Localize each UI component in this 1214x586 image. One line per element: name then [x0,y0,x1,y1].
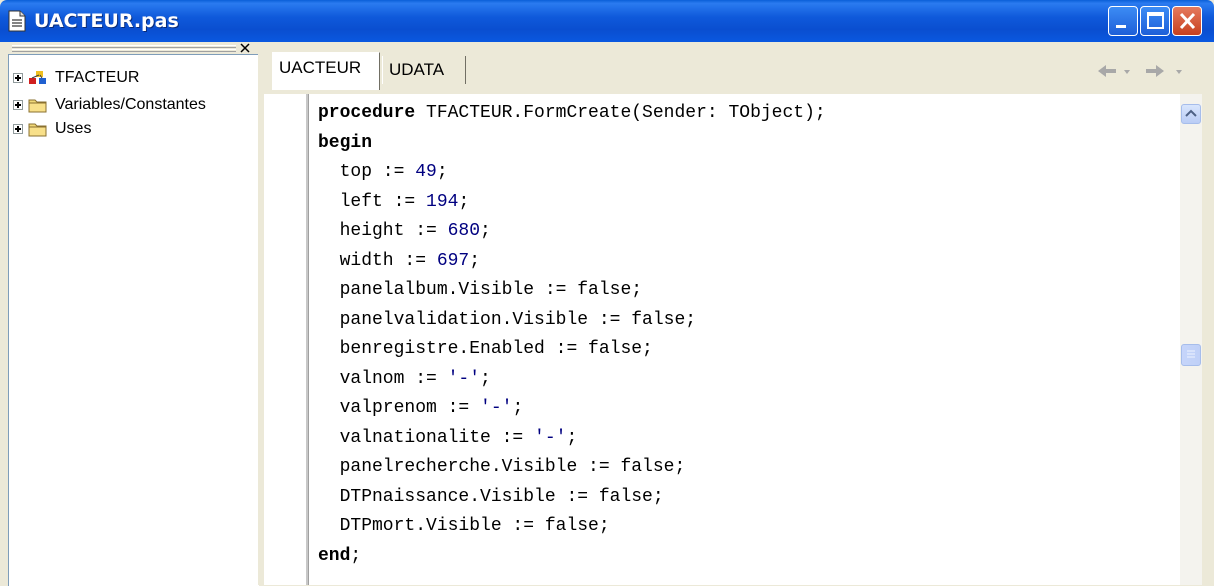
code-string: '-' [480,398,513,418]
code-editor[interactable]: procedure TFACTEUR.FormCreate(Sender: TO… [264,94,1214,585]
tab-udata[interactable]: UDATA [382,56,466,84]
code-token: ; [480,221,491,241]
code-keyword: end [318,545,351,566]
gutter-separator [308,94,309,585]
expand-icon[interactable] [13,73,23,83]
folder-icon [28,99,47,113]
window-title: UACTEUR.pas [34,10,179,32]
tree-panel-header[interactable] [8,42,258,54]
maximize-button[interactable] [1140,6,1170,36]
back-arrow-icon[interactable] [1098,65,1116,77]
code-line[interactable]: panelrecherche.Visible := false; [318,453,1168,483]
grip-line [12,49,236,52]
code-number: 697 [436,250,470,271]
code-token: ; [512,398,524,418]
class-icon [29,71,46,84]
panel-close-icon[interactable] [238,42,252,54]
maximize-icon [1147,12,1164,29]
chevron-up-icon [1185,109,1197,117]
code-token: panelalbum.Visible := false; [318,280,643,300]
minimize-icon [1116,25,1126,28]
tree-item-uses[interactable]: Uses [13,118,91,140]
navigation-arrows [1098,65,1182,77]
expand-icon[interactable] [13,124,23,134]
code-token: left := [318,191,427,212]
code-token: DTPmort.Visible := false; [318,516,610,536]
code-keyword: begin [318,132,373,153]
code-number: 49 [415,162,437,182]
code-line[interactable]: top := 49; [318,158,1168,188]
back-dropdown-icon[interactable] [1124,70,1130,74]
grip-icon [1187,350,1195,358]
code-text[interactable]: procedure TFACTEUR.FormCreate(Sender: TO… [318,99,1168,571]
code-line[interactable]: DTPmort.Visible := false; [318,512,1168,542]
code-token: top := [318,162,416,182]
scroll-thumb[interactable] [1181,344,1201,366]
code-token: ; [458,191,470,212]
code-string: '-' [447,368,481,389]
code-token: ; [350,545,362,566]
tab-uacteur[interactable]: UACTEUR [272,52,380,90]
tree-item-label: Variables/Constantes [55,96,206,113]
code-line[interactable]: end; [318,542,1168,572]
code-line[interactable]: valnationalite := '-'; [318,424,1168,454]
code-explorer-tree[interactable]: TFACTEUR Variables/Constantes Uses [8,54,259,586]
code-token: benregistre.Enabled := false; [318,339,653,359]
code-line[interactable]: height := 680; [318,217,1168,247]
code-keyword: procedure [318,103,416,123]
code-token: valprenom := [318,398,481,418]
close-icon [1179,12,1196,30]
code-line[interactable]: procedure TFACTEUR.FormCreate(Sender: TO… [318,99,1168,129]
code-token: width := [318,250,437,271]
tree-item-label: TFACTEUR [55,69,140,86]
tree-item-class[interactable]: TFACTEUR [13,67,139,89]
code-token: valnom := [318,368,448,389]
code-line[interactable]: valprenom := '-'; [318,394,1168,424]
code-token: ; [436,162,448,182]
folder-icon [28,123,47,137]
code-token: panelvalidation.Visible := false; [318,309,697,330]
expand-icon[interactable] [13,100,23,110]
code-line[interactable]: valnom := '-'; [318,365,1168,395]
code-token: TFACTEUR.FormCreate(Sender: TObject); [415,103,826,123]
grip-line [12,45,236,48]
code-line[interactable]: benregistre.Enabled := false; [318,335,1168,365]
code-line[interactable]: left := 194; [318,188,1168,218]
editor-tabstrip: UACTEUR UDATA [264,42,1214,94]
code-line[interactable]: DTPnaissance.Visible := false; [318,483,1168,513]
code-line[interactable]: panelalbum.Visible := false; [318,276,1168,306]
code-token: ; [480,368,491,389]
forward-dropdown-icon[interactable] [1176,70,1182,74]
window-frame-edge [1202,42,1214,585]
scroll-up-button[interactable] [1181,104,1201,124]
document-icon [8,10,26,32]
code-number: 680 [447,221,481,241]
code-token: DTPnaissance.Visible := false; [318,486,664,507]
code-token: panelrecherche.Visible := false; [318,457,686,477]
editor-gutter[interactable] [264,94,308,585]
minimize-button[interactable] [1108,6,1138,36]
vertical-scrollbar[interactable] [1180,94,1202,585]
code-line[interactable]: panelvalidation.Visible := false; [318,306,1168,336]
forward-arrow-icon[interactable] [1146,65,1164,77]
code-token: height := [318,221,448,241]
code-line[interactable]: width := 697; [318,247,1168,277]
close-button[interactable] [1172,6,1202,36]
tree-item-label: Uses [55,120,92,137]
title-bar[interactable]: UACTEUR.pas [0,0,1214,42]
code-line[interactable]: begin [318,129,1168,159]
code-token: ; [469,250,481,271]
code-token: ; [566,427,578,448]
tree-item-variables[interactable]: Variables/Constantes [13,94,206,116]
code-string: '-' [534,427,567,448]
code-token: valnationalite := [318,427,535,448]
code-number: 194 [426,191,459,212]
